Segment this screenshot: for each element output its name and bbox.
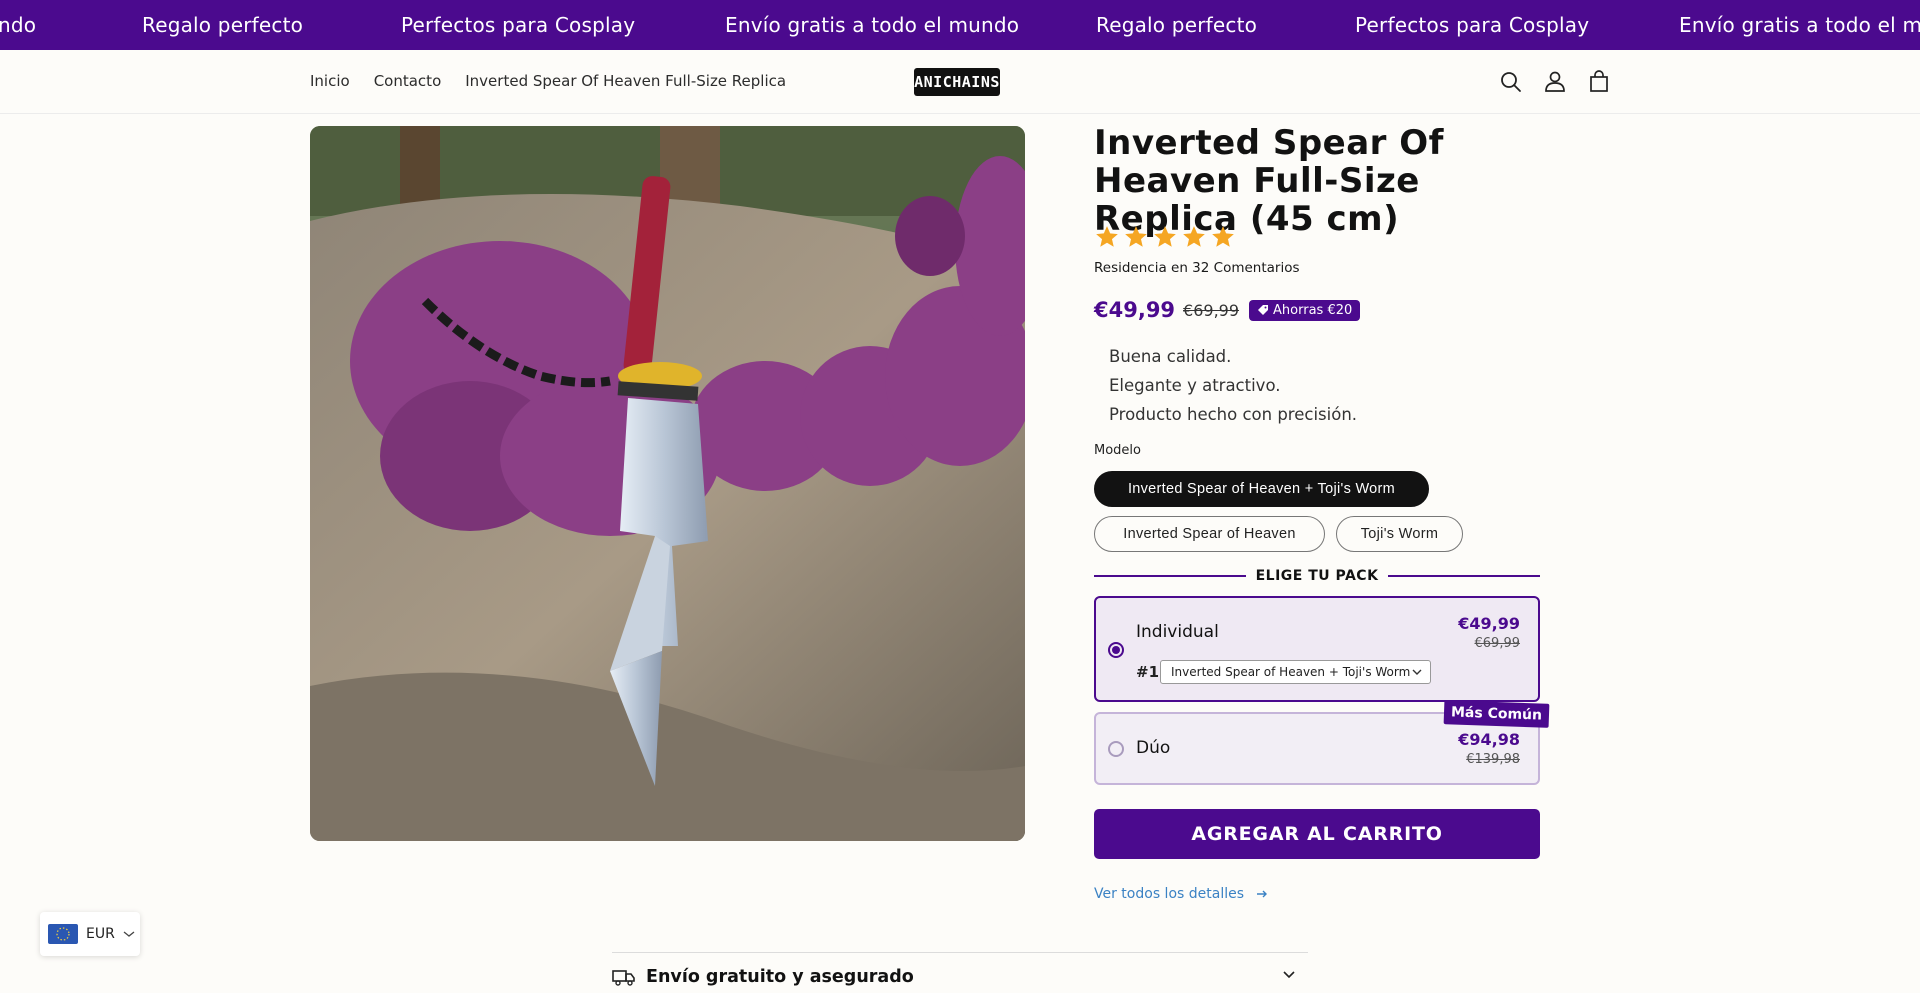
- feature-list: Buena calidad. Elegante y atractivo. Pro…: [1109, 342, 1357, 429]
- section-divider: [612, 952, 1308, 953]
- announcement-bar: ndo Regalo perfecto Perfectos para Cospl…: [0, 0, 1920, 50]
- model-label: Modelo: [1094, 443, 1141, 458]
- feature-item: Producto hecho con precisión.: [1109, 405, 1358, 424]
- chevron-down-icon: [1412, 669, 1422, 675]
- announcement-item: ndo: [0, 13, 37, 37]
- rating-stars: [1094, 224, 1239, 250]
- chevron-down-icon[interactable]: [1282, 970, 1296, 980]
- announcement-item: Regalo perfecto: [142, 13, 304, 37]
- site-header: Inicio Contacto Inverted Spear Of Heaven…: [0, 50, 1920, 114]
- variant-select[interactable]: Inverted Spear of Heaven + Toji's Worm: [1160, 660, 1431, 684]
- view-details-text: Ver todos los detalles: [1094, 886, 1245, 902]
- truck-icon: [612, 970, 635, 986]
- nav-link-inicio[interactable]: Inicio: [310, 72, 350, 90]
- radio-selected[interactable]: [1108, 642, 1124, 658]
- pack-price: €94,98: [1458, 730, 1520, 749]
- feature-item: Buena calidad.: [1109, 347, 1232, 366]
- divider-line: [1388, 575, 1541, 577]
- feature-item: Elegante y atractivo.: [1109, 376, 1281, 395]
- site-logo[interactable]: ANICHAINS: [914, 68, 1000, 96]
- item-number: #1: [1136, 663, 1160, 681]
- star-icon: [1154, 226, 1176, 247]
- product-image[interactable]: [310, 126, 1025, 841]
- currency-selector[interactable]: EUR: [40, 912, 140, 956]
- pack-header: ELIGE TU PACK: [1094, 565, 1541, 587]
- savings-badge: Ahorras €20: [1249, 299, 1361, 321]
- sale-price: €49,99: [1094, 298, 1176, 322]
- logo-text: ANICHAINS: [914, 73, 1000, 91]
- pack-name: Individual: [1136, 622, 1219, 642]
- shipping-title: Envío gratuito y asegurado: [646, 967, 914, 987]
- star-icon: [1183, 226, 1205, 247]
- model-option-spear[interactable]: Inverted Spear of Heaven: [1094, 516, 1325, 552]
- tag-icon: [1258, 305, 1269, 315]
- pack-compare-price: €139,98: [1466, 752, 1520, 767]
- radio-unselected[interactable]: [1108, 741, 1124, 757]
- announcement-item: Envío gratis a todo el mundo: [1679, 13, 1920, 37]
- add-to-cart-button[interactable]: AGREGAR AL CARRITO: [1094, 809, 1540, 859]
- arrow-right-icon: [1257, 890, 1268, 898]
- divider-line: [1094, 575, 1246, 577]
- pack-option-individual[interactable]: Individual €49,99 €69,99 #1 Inverted Spe…: [1094, 596, 1540, 702]
- main-nav: Inicio Contacto Inverted Spear Of Heaven…: [310, 72, 810, 90]
- view-details-link[interactable]: Ver todos los detalles: [1094, 886, 1268, 902]
- account-icon[interactable]: [1541, 68, 1569, 96]
- star-icon: [1212, 226, 1234, 247]
- price-row: €49,99 €69,99 Ahorras €20: [1094, 298, 1361, 322]
- cart-icon[interactable]: [1585, 68, 1613, 96]
- pack-header-text: ELIGE TU PACK: [1255, 568, 1379, 584]
- product-title: Inverted Spear Of Heaven Full-Size Repli…: [1094, 123, 1444, 239]
- announcement-item: Envío gratis a todo el mundo: [725, 13, 1020, 37]
- pack-price: €49,99: [1458, 614, 1520, 633]
- compare-price: €69,99: [1183, 300, 1240, 320]
- pack-name: Dúo: [1136, 738, 1171, 758]
- chevron-down-icon: [123, 931, 135, 937]
- most-common-badge: Más Común: [1443, 700, 1550, 728]
- shipping-accordion[interactable]: Envío gratuito y asegurado: [612, 964, 1308, 990]
- announcement-item: Regalo perfecto: [1096, 13, 1258, 37]
- search-icon[interactable]: [1497, 68, 1525, 96]
- model-option-worm[interactable]: Toji's Worm: [1336, 516, 1463, 552]
- star-icon: [1096, 226, 1118, 247]
- variant-select-value: Inverted Spear of Heaven + Toji's Worm: [1171, 665, 1411, 679]
- nav-link-contacto[interactable]: Contacto: [374, 72, 442, 90]
- announcement-item: Perfectos para Cosplay: [1355, 13, 1590, 37]
- star-icon: [1125, 226, 1147, 247]
- pack-compare-price: €69,99: [1474, 636, 1521, 651]
- nav-link-product[interactable]: Inverted Spear Of Heaven Full-Size Repli…: [465, 72, 786, 90]
- model-option-combo[interactable]: Inverted Spear of Heaven + Toji's Worm: [1094, 471, 1429, 507]
- eu-flag-icon: [48, 924, 78, 944]
- savings-text: Ahorras €20: [1273, 302, 1353, 318]
- announcement-item: Perfectos para Cosplay: [401, 13, 636, 37]
- currency-code: EUR: [86, 926, 115, 942]
- reviews-count[interactable]: Residencia en 32 Comentarios: [1094, 260, 1300, 276]
